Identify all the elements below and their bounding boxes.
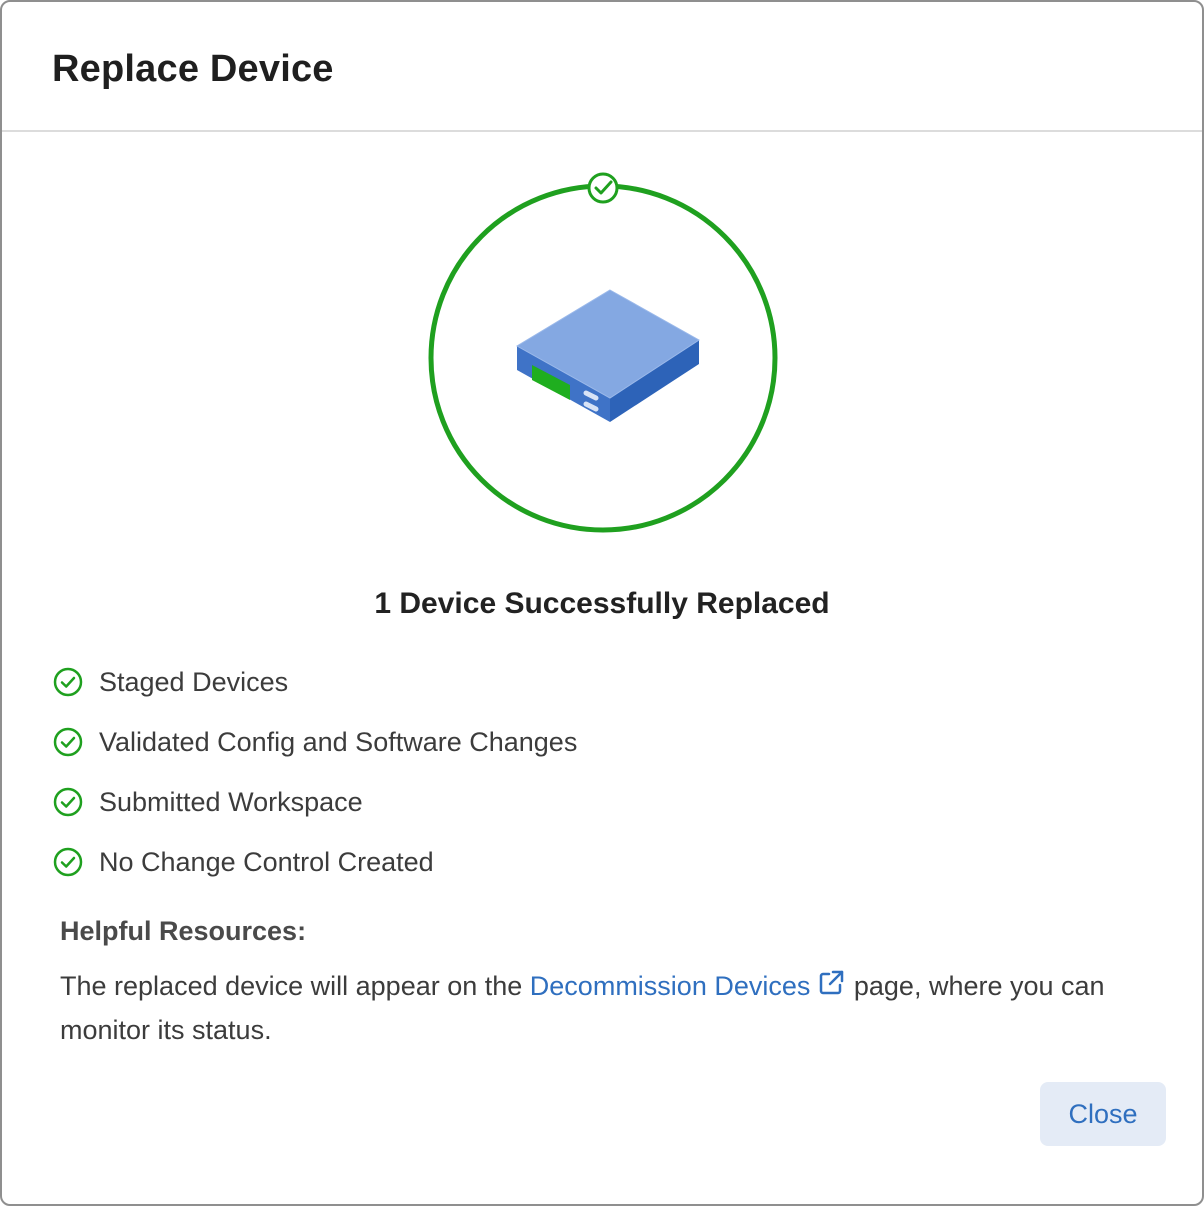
check-circle-icon <box>52 666 84 698</box>
check-circle-icon <box>52 786 84 818</box>
step-item-staged-devices: Staged Devices <box>52 652 577 712</box>
device-icon <box>516 289 700 422</box>
step-item-no-change-control: No Change Control Created <box>52 832 577 892</box>
dialog-header: Replace Device <box>2 2 1202 132</box>
step-item-submitted-workspace: Submitted Workspace <box>52 772 577 832</box>
success-illustration <box>422 168 784 540</box>
replace-device-dialog: Replace Device 1 Device Successfully Rep… <box>0 0 1204 1206</box>
decommission-devices-link[interactable]: Decommission Devices <box>529 970 847 1001</box>
dialog-title: Replace Device <box>52 48 334 90</box>
step-item-validated-config: Validated Config and Software Changes <box>52 712 577 772</box>
external-link-icon <box>816 967 846 997</box>
step-label: Staged Devices <box>99 667 289 697</box>
resources-text-before: The replaced device will appear on the <box>60 971 530 1001</box>
check-circle-icon <box>52 846 84 878</box>
close-button[interactable]: Close <box>1040 1082 1166 1146</box>
step-list: Staged Devices Validated Config and Soft… <box>52 652 577 892</box>
success-ring <box>428 172 778 533</box>
link-label: Decommission Devices <box>529 971 811 1001</box>
resources-text: The replaced device will appear on the D… <box>60 964 1150 1052</box>
step-label: Submitted Workspace <box>99 787 363 817</box>
resources-heading: Helpful Resources: <box>60 916 307 946</box>
step-label: No Change Control Created <box>99 847 434 877</box>
success-headline: 1 Device Successfully Replaced <box>374 587 830 620</box>
step-label: Validated Config and Software Changes <box>99 727 578 757</box>
check-circle-icon <box>52 726 84 758</box>
ring-check-icon <box>587 172 619 204</box>
